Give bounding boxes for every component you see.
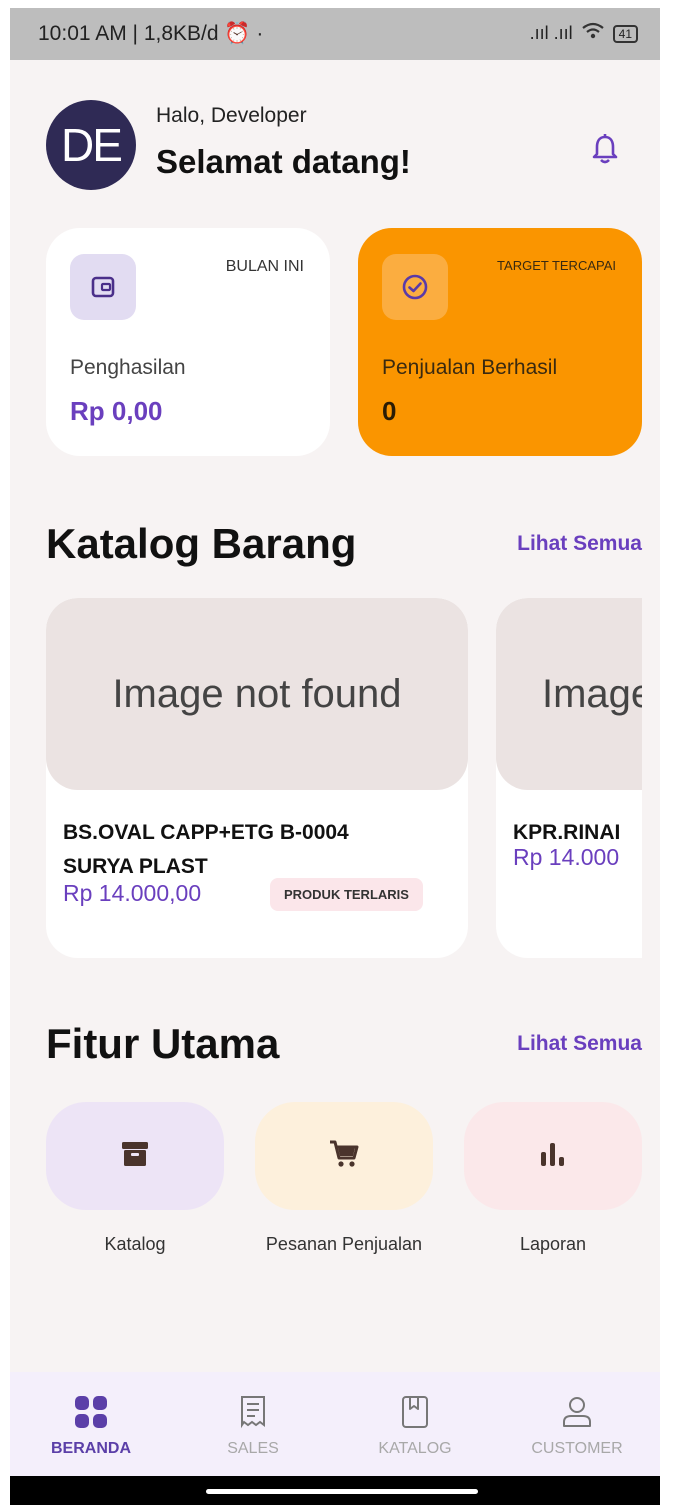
product-price: Rp 14.000 xyxy=(513,844,620,870)
signal-icon: .ııl .ııl xyxy=(529,23,573,43)
notification-bell-icon[interactable] xyxy=(590,133,620,165)
home-indicator[interactable] xyxy=(206,1489,478,1494)
bar-chart-icon xyxy=(539,1142,567,1171)
catalog-section-title: Katalog Barang xyxy=(46,520,357,567)
income-label: Penghasilan xyxy=(70,356,186,379)
product-image-placeholder: Image not found xyxy=(46,598,468,790)
nav-item-beranda[interactable]: BERANDA xyxy=(10,1372,172,1476)
bottom-navigation: BERANDA SALES KATALOG CUSTOMER xyxy=(10,1372,660,1476)
greeting-text: Halo, Developer xyxy=(156,104,307,127)
nav-label-customer: CUSTOMER xyxy=(531,1440,623,1457)
wallet-icon xyxy=(70,254,136,320)
nav-label-katalog: KATALOG xyxy=(378,1440,452,1457)
nav-label-beranda: BERANDA xyxy=(51,1440,131,1457)
product-card[interactable]: Image KPR.RINAI Rp 14.000 xyxy=(496,598,642,958)
welcome-title: Selamat datang! xyxy=(156,143,411,180)
feature-pesanan-button[interactable] xyxy=(255,1102,433,1210)
product-image-placeholder: Image xyxy=(496,598,642,790)
features-section-title: Fitur Utama xyxy=(46,1020,280,1067)
nav-item-customer[interactable]: CUSTOMER xyxy=(496,1372,658,1476)
product-card[interactable]: Image not found BS.OVAL CAPP+ETG B-0004 … xyxy=(46,598,468,958)
sales-card[interactable]: TARGET TERCAPAI Penjualan Berhasil 0 xyxy=(358,228,642,456)
app-screen: 10:01 AM | 1,8KB/d ⏰ · .ııl .ııl 41 DE H… xyxy=(10,8,660,1505)
check-circle-icon xyxy=(382,254,448,320)
status-time: 10:01 AM | 1,8KB/d ⏰ · xyxy=(38,22,264,45)
book-icon xyxy=(397,1394,433,1430)
status-bar: 10:01 AM | 1,8KB/d ⏰ · .ııl .ııl 41 xyxy=(10,8,660,60)
status-icons: .ııl .ııl 41 xyxy=(530,22,638,45)
receipt-icon xyxy=(235,1394,271,1430)
wifi-icon xyxy=(581,22,605,45)
sales-value: 0 xyxy=(382,396,397,426)
nav-item-katalog[interactable]: KATALOG xyxy=(334,1372,496,1476)
sales-target-tag: TARGET TERCAPAI xyxy=(497,258,616,273)
best-seller-badge: PRODUK TERLARIS xyxy=(270,878,423,911)
product-name-line1: BS.OVAL CAPP+ETG B-0004 xyxy=(63,821,349,844)
feature-laporan-label: Laporan xyxy=(519,1234,587,1254)
feature-katalog-button[interactable] xyxy=(46,1102,224,1210)
image-not-found-text: Image xyxy=(542,671,642,716)
product-price: Rp 14.000,00 xyxy=(63,880,202,906)
cart-icon xyxy=(329,1139,359,1174)
income-card[interactable]: BULAN INI Penghasilan Rp 0,00 xyxy=(46,228,330,456)
income-value: Rp 0,00 xyxy=(70,396,163,426)
feature-laporan-button[interactable] xyxy=(464,1102,642,1210)
feature-pesanan-label: Pesanan Penjualan xyxy=(265,1234,423,1254)
battery-icon: 41 xyxy=(612,24,638,43)
income-period-tag: BULAN INI xyxy=(225,258,304,275)
nav-label-sales: SALES xyxy=(227,1440,279,1457)
image-not-found-text: Image not found xyxy=(112,671,402,716)
catalog-see-all-link[interactable]: Lihat Semua xyxy=(517,532,642,556)
feature-katalog-label: Katalog xyxy=(104,1234,166,1254)
nav-item-sales[interactable]: SALES xyxy=(172,1372,334,1476)
archive-box-icon xyxy=(121,1141,149,1172)
sales-label: Penjualan Berhasil xyxy=(382,356,558,379)
gesture-bar xyxy=(10,1476,660,1505)
person-icon xyxy=(559,1394,595,1430)
grid-icon xyxy=(73,1394,109,1430)
features-see-all-link[interactable]: Lihat Semua xyxy=(517,1032,642,1056)
product-name: BS.OVAL CAPP+ETG B-0004 SURYA PLAST xyxy=(63,816,349,884)
avatar[interactable]: DE xyxy=(46,100,136,190)
